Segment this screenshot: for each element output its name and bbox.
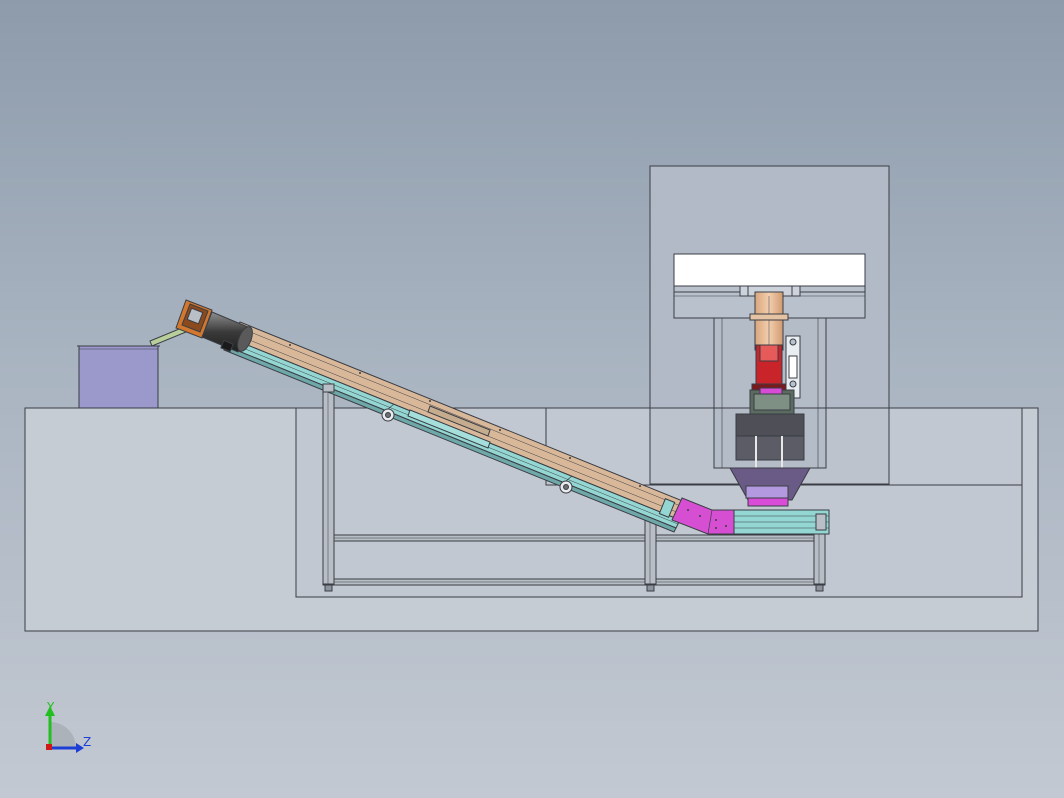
y-axis-label: Y [46,700,55,714]
feed-hopper[interactable] [77,345,160,409]
die-magenta-plate [747,497,789,507]
leg-middle [644,515,657,585]
horizontal-conveyor[interactable] [733,509,830,535]
die-upper-block [735,413,805,437]
viewport-background [0,0,1064,798]
leg-right [813,531,826,585]
triad-origin [46,744,52,750]
z-axis-label: Z [83,735,91,749]
leg-left [322,383,335,585]
hopper-body [78,345,159,409]
die-lavender-plate [745,485,789,499]
cad-viewport[interactable]: Y Z [0,0,1064,798]
press-top-panel [673,253,866,287]
